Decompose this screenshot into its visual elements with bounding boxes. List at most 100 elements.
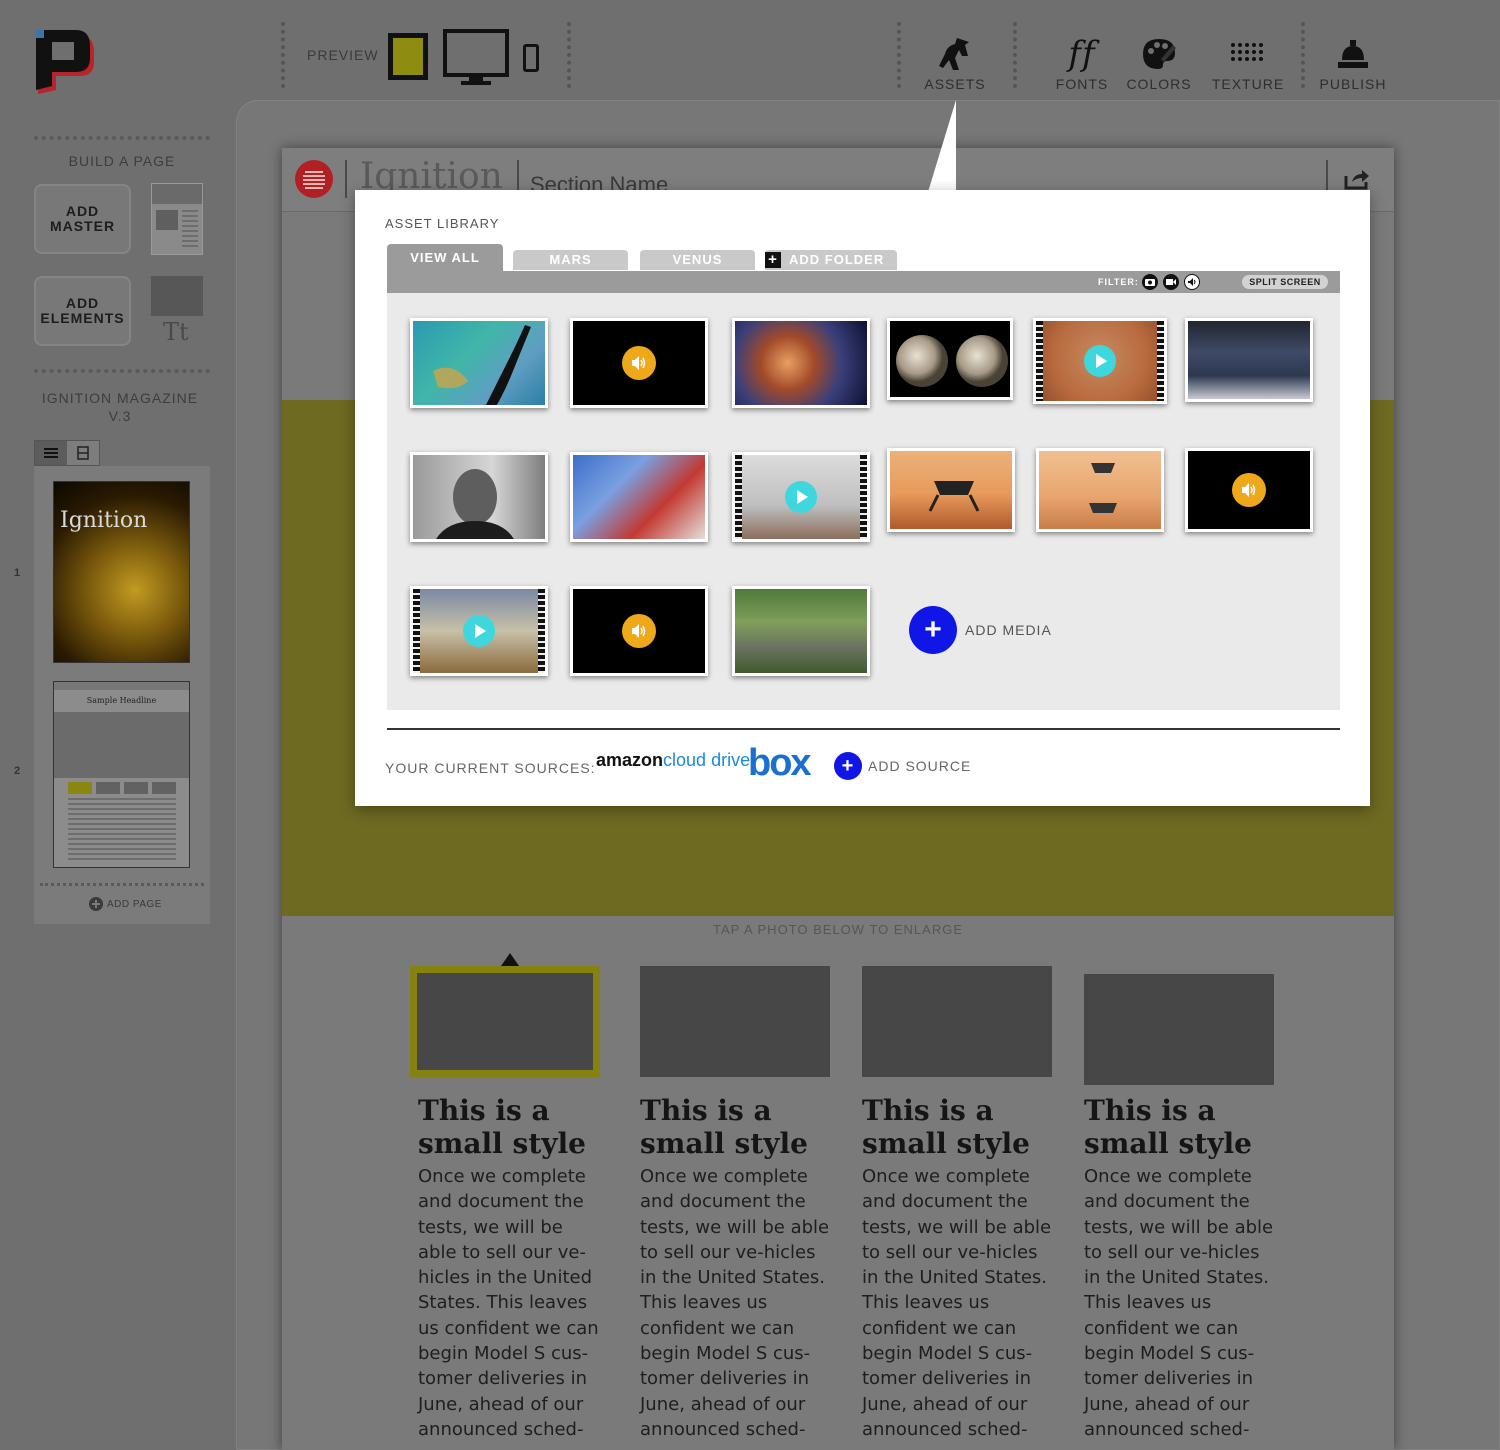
page-view-toggle[interactable] xyxy=(34,440,100,466)
tablet-preview-button[interactable] xyxy=(388,33,428,80)
camera-icon[interactable] xyxy=(1142,274,1158,290)
amazon-cloud-drive-logo[interactable]: amazoncloud drive xyxy=(596,750,750,771)
divider xyxy=(40,883,204,886)
publish-bell-icon xyxy=(1318,34,1388,74)
mars-surface-video[interactable] xyxy=(1033,318,1167,404)
add-elements-button[interactable]: ADD ELEMENTS xyxy=(34,276,131,346)
gallery-card[interactable]: This is a small style Once we complete a… xyxy=(640,966,830,1442)
audio-clip-3[interactable] xyxy=(570,586,708,676)
master-template-thumbnail[interactable] xyxy=(151,183,203,255)
play-icon xyxy=(785,481,817,513)
element-thumbnail[interactable] xyxy=(151,276,203,316)
portrait-image[interactable] xyxy=(410,452,548,542)
audio-clip-1[interactable] xyxy=(570,318,708,408)
card-headline: This is a small style xyxy=(1084,1094,1252,1160)
satellite-map-image[interactable] xyxy=(410,318,548,408)
divider xyxy=(345,160,347,198)
tab-mars[interactable]: MARS xyxy=(513,250,628,270)
tab-venus[interactable]: VENUS xyxy=(640,250,755,270)
photo-placeholder[interactable] xyxy=(862,966,1052,1077)
add-master-button[interactable]: ADD MASTER xyxy=(34,184,131,254)
page-thumbnail-2[interactable]: Sample Headline xyxy=(53,681,190,868)
photo-placeholder[interactable] xyxy=(1084,974,1274,1085)
audio-icon[interactable] xyxy=(1184,274,1200,290)
add-page-button[interactable]: ADD PAGE xyxy=(89,897,162,911)
share-icon[interactable] xyxy=(1344,168,1370,190)
sources-label: YOUR CURRENT SOURCES: xyxy=(385,760,596,776)
colors-tool[interactable]: COLORS xyxy=(1124,34,1194,92)
speaker-icon xyxy=(1232,473,1266,507)
hiker-image[interactable] xyxy=(732,586,870,676)
add-folder-label: ADD FOLDER xyxy=(789,252,885,267)
add-media-button[interactable]: + ADD MEDIA xyxy=(909,606,1052,654)
tap-instruction: TAP A PHOTO BELOW TO ENLARGE xyxy=(712,922,964,937)
filter-label: FILTER: xyxy=(1098,277,1139,287)
planets-image[interactable] xyxy=(887,318,1013,400)
add-source-button[interactable]: + ADD SOURCE xyxy=(834,752,971,780)
popup-pointer xyxy=(928,100,956,192)
filter-bar: FILTER: SPLIT SCREEN xyxy=(387,271,1340,293)
gallery-card[interactable]: This is a small style Once we complete a… xyxy=(410,966,600,1442)
divider xyxy=(387,728,1340,730)
palette-icon xyxy=(1124,34,1194,74)
box-unpacking-video[interactable] xyxy=(410,586,548,676)
card-body: Once we complete and document the tests,… xyxy=(1084,1166,1274,1440)
publish-label: PUBLISH xyxy=(1319,76,1387,92)
split-screen-button[interactable]: SPLIT SCREEN xyxy=(1242,275,1328,289)
texture-tool[interactable]: TEXTURE xyxy=(1210,34,1286,92)
card-body: Once we complete and document the tests,… xyxy=(418,1166,599,1440)
grid-view-icon[interactable] xyxy=(67,441,99,465)
add-page-label: ADD PAGE xyxy=(107,898,162,910)
photo-placeholder[interactable] xyxy=(410,966,600,1077)
desktop-preview-button[interactable] xyxy=(443,29,509,87)
nebula-image[interactable] xyxy=(732,318,870,408)
app-logo xyxy=(36,30,94,94)
play-icon xyxy=(1084,345,1116,377)
photo-placeholder[interactable] xyxy=(640,966,830,1077)
thumb-title: Sample Headline xyxy=(86,696,157,705)
plus-icon: + xyxy=(834,752,862,780)
page-thumbnail-1[interactable]: Ignition xyxy=(53,481,190,663)
publication-title: IGNITION MAGAZINE V.3 xyxy=(41,390,199,424)
video-icon[interactable] xyxy=(1163,274,1179,290)
text-element-icon[interactable]: Tt xyxy=(163,318,189,346)
sky-crane-image[interactable] xyxy=(1036,448,1164,532)
menu-icon[interactable] xyxy=(295,160,333,198)
assets-tool[interactable]: ASSETS xyxy=(922,34,988,92)
asset-library-popup: ASSET LIBRARY VIEW ALL MARS VENUS + ADD F… xyxy=(355,190,1370,806)
gallery-card[interactable]: This is a small style Once we complete a… xyxy=(1084,974,1274,1442)
play-icon xyxy=(463,615,495,647)
publish-tool[interactable]: PUBLISH xyxy=(1318,34,1388,92)
lab-video[interactable] xyxy=(732,452,870,542)
divider xyxy=(34,369,210,373)
fonts-tool[interactable]: ff FONTS xyxy=(1052,34,1112,92)
card-headline: This is a small style xyxy=(640,1094,808,1160)
phone-preview-button[interactable] xyxy=(523,44,539,72)
list-view-icon[interactable] xyxy=(35,441,67,465)
gallery-card[interactable]: This is a small style Once we complete a… xyxy=(862,966,1052,1442)
plus-icon: + xyxy=(909,606,957,654)
card-body: Once we complete and document the tests,… xyxy=(862,1166,1052,1440)
texture-label: TEXTURE xyxy=(1211,76,1285,92)
fonts-label: FONTS xyxy=(1055,76,1109,92)
asset-library-title: ASSET LIBRARY xyxy=(385,216,500,231)
add-folder-tab[interactable]: + ADD FOLDER xyxy=(765,250,897,270)
lander-image[interactable] xyxy=(887,448,1015,532)
page-number: 2 xyxy=(14,765,21,777)
protest-image[interactable] xyxy=(570,452,708,542)
add-circle-icon xyxy=(89,897,103,911)
box-logo[interactable]: box xyxy=(748,742,812,785)
mission-control-image[interactable] xyxy=(1185,318,1313,402)
preview-label: PREVIEW xyxy=(307,47,379,63)
colors-label: COLORS xyxy=(1126,76,1192,92)
assets-label: ASSETS xyxy=(924,76,986,92)
speaker-icon xyxy=(622,346,656,380)
speaker-icon xyxy=(622,614,656,648)
audio-clip-2[interactable] xyxy=(1185,448,1313,532)
thumb-title: Ignition xyxy=(60,508,148,533)
plus-icon: + xyxy=(765,252,781,268)
divider xyxy=(34,136,210,140)
unicorn-icon xyxy=(922,34,988,74)
tab-view-all[interactable]: VIEW ALL xyxy=(387,244,503,271)
add-source-label: ADD SOURCE xyxy=(868,758,972,774)
